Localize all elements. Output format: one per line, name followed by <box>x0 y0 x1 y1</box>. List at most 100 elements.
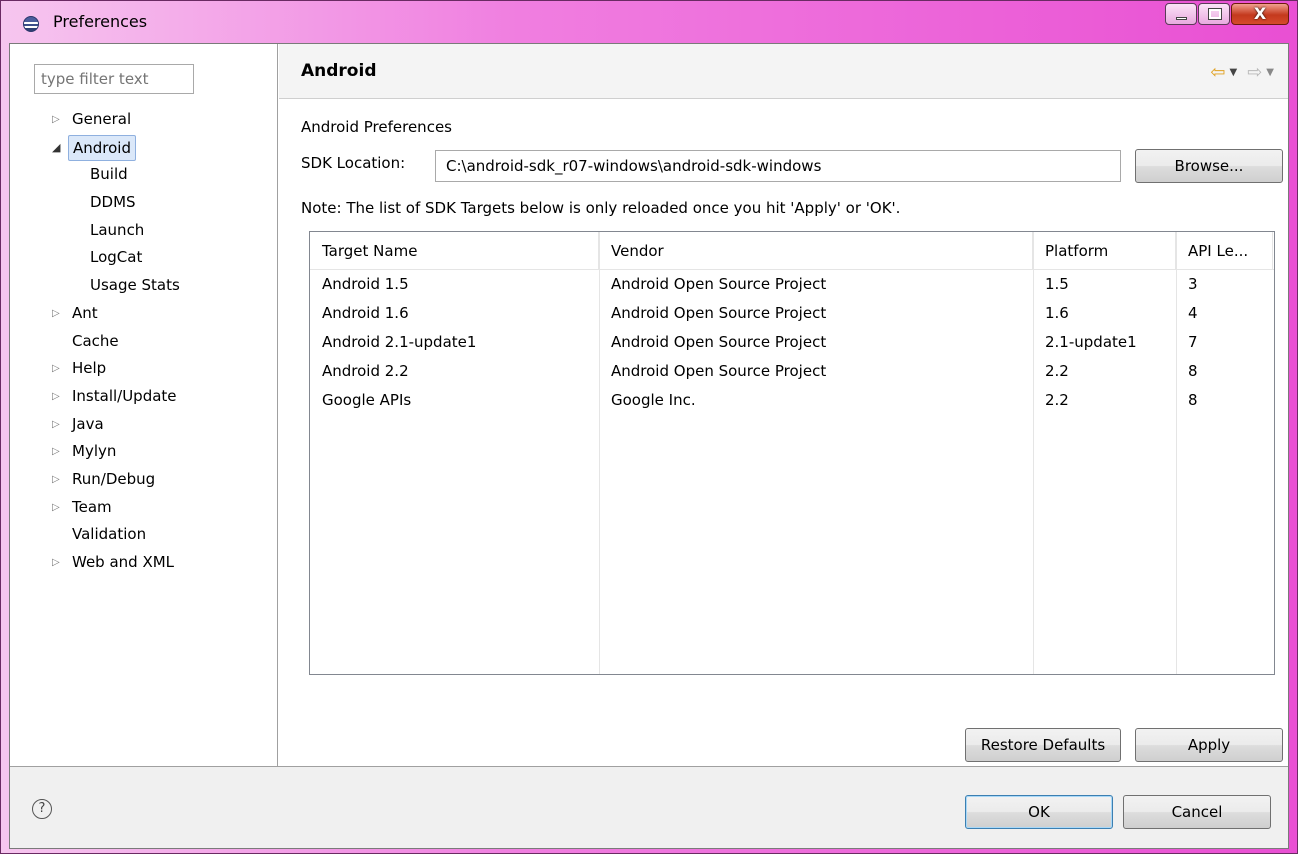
cancel-button[interactable]: Cancel <box>1123 795 1271 829</box>
tree-item-label: General <box>72 110 132 128</box>
table-cell: Google Inc. <box>611 391 696 409</box>
collapsed-arrow-icon[interactable]: ▷ <box>52 300 64 328</box>
table-row[interactable]: Android 2.2 Android Open Source Project 2.… <box>310 357 1274 386</box>
close-button[interactable]: X <box>1231 3 1289 25</box>
table-header: Target Name Vendor Platform API Le... <box>310 232 1274 270</box>
apply-button[interactable]: Apply <box>1135 728 1283 762</box>
dialog-client: ▷General◢AndroidBuildDDMSLaunchLogCatUsa… <box>9 43 1289 849</box>
tree-item[interactable]: DDMS <box>10 189 278 217</box>
back-arrow-icon[interactable]: ⇦ <box>1210 62 1225 83</box>
table-cell: 2.1-update1 <box>1045 333 1137 351</box>
tree-item-label: Android <box>68 134 136 161</box>
maximize-button[interactable] <box>1198 3 1230 25</box>
table-cell: 1.5 <box>1045 275 1069 293</box>
tree-item-label: Cache <box>72 331 119 350</box>
maximize-icon <box>1208 8 1222 20</box>
table-cell: 8 <box>1188 391 1198 409</box>
column-header[interactable]: Vendor <box>599 232 1033 270</box>
tree-item-label: Install/Update <box>72 386 177 405</box>
table-cell: 4 <box>1188 304 1198 322</box>
tree-item-label: Build <box>90 165 128 184</box>
title-bar[interactable]: Preferences X <box>1 1 1297 41</box>
collapsed-arrow-icon[interactable]: ▷ <box>52 494 64 522</box>
tree-item[interactable]: ▷ Help <box>10 355 278 383</box>
preference-tree-pane: ▷ General ◢Android Build DDMS Launch LogCat Usa… <box>10 44 278 766</box>
table-row[interactable]: Google APIs Google Inc. 2.2 8 <box>310 386 1274 415</box>
tree-item-label: Validation <box>72 525 147 544</box>
help-icon[interactable]: ? <box>32 799 52 819</box>
tree-item[interactable]: ▷ Mylyn <box>10 438 278 466</box>
table-cell: 1.6 <box>1045 304 1069 322</box>
tree-item[interactable]: ▷ Team <box>10 494 278 522</box>
tree-item-label: Java <box>72 414 104 433</box>
table-row[interactable]: Android 1.6 Android Open Source Project 1.… <box>310 299 1274 328</box>
tree-item-label: Team <box>72 497 112 516</box>
section-label: Android Preferences <box>301 118 452 136</box>
table-cell: Android Open Source Project <box>611 304 827 322</box>
tree-item-label: Mylyn <box>72 442 117 461</box>
table-cell: 7 <box>1188 333 1198 351</box>
column-header[interactable]: Platform <box>1033 232 1176 270</box>
tree-item[interactable]: ▷ Run/Debug <box>10 466 278 494</box>
column-header[interactable]: API Le... <box>1176 232 1273 270</box>
tree-item[interactable]: ◢ Android <box>10 134 278 162</box>
collapsed-arrow-icon[interactable]: ▷ <box>52 106 64 134</box>
tree-item-label: Web and XML <box>72 553 175 571</box>
eclipse-icon <box>23 16 39 32</box>
tree-item[interactable]: Usage Stats <box>10 272 278 300</box>
expanded-arrow-icon[interactable]: ◢ <box>52 134 64 162</box>
table-cell: Android 1.6 <box>322 304 409 322</box>
filter-input[interactable] <box>34 64 194 94</box>
ok-button[interactable]: OK <box>965 795 1113 829</box>
collapsed-arrow-icon[interactable]: ▷ <box>52 383 64 411</box>
collapsed-arrow-icon[interactable]: ▷ <box>52 466 64 494</box>
collapsed-arrow-icon[interactable]: ▷ <box>52 438 64 466</box>
browse-button[interactable]: Browse... <box>1135 149 1283 183</box>
table-body: Android 1.5 Android Open Source Project 1.… <box>310 270 1274 415</box>
sdk-location-input[interactable] <box>435 150 1121 182</box>
reload-note: Note: The list of SDK Targets below is o… <box>301 199 901 217</box>
page-title: Android <box>301 61 377 81</box>
collapsed-arrow-icon[interactable]: ▷ <box>52 355 64 383</box>
column-divider <box>1176 232 1177 674</box>
tree-item[interactable]: ▷ General <box>10 106 278 134</box>
collapsed-arrow-icon[interactable]: ▷ <box>52 549 64 577</box>
tree-item[interactable]: Build <box>10 161 278 189</box>
tree-item[interactable]: Launch <box>10 217 278 245</box>
tree-item[interactable]: ▷ Ant <box>10 300 278 328</box>
sdk-location-label: SDK Location: <box>301 154 406 172</box>
tree-item[interactable]: Validation <box>10 521 278 549</box>
table-cell: Android Open Source Project <box>611 275 827 293</box>
history-nav: ⇦ ▼ ⇨ ▼ <box>1210 62 1280 83</box>
minimize-button[interactable] <box>1165 3 1197 25</box>
table-cell: Android Open Source Project <box>611 362 827 380</box>
column-divider <box>599 232 600 674</box>
tree-item[interactable]: ▷ Web and XML <box>10 549 278 577</box>
preference-tree: ▷ General ◢ Android Build DDMS Launch LogCat Usa… <box>10 106 278 577</box>
preferences-window: Preferences X ▷General◢AndroidBuildDDMSL… <box>0 0 1298 854</box>
table-row[interactable]: Android 1.5 Android Open Source Project 1.… <box>310 270 1274 299</box>
tree-item-label: LogCat <box>90 248 143 267</box>
sdk-targets-table[interactable]: Target Name Vendor Platform API Le... Andro… <box>309 231 1275 675</box>
table-cell: Android 2.2 <box>322 362 409 380</box>
column-header[interactable]: Target Name <box>310 232 599 270</box>
tree-item-label: Ant <box>72 303 98 322</box>
forward-arrow-icon[interactable]: ⇨ <box>1247 62 1262 83</box>
tree-item[interactable]: LogCat <box>10 244 278 272</box>
tree-item[interactable]: ▷ Install/Update <box>10 383 278 411</box>
restore-defaults-button[interactable]: Restore Defaults <box>965 728 1121 762</box>
tree-item-label: DDMS <box>90 193 136 212</box>
collapsed-arrow-icon[interactable]: ▷ <box>52 411 64 439</box>
page-header: Android ⇦ ▼ ⇨ ▼ <box>279 44 1288 99</box>
window-title: Preferences <box>53 12 148 31</box>
back-dropdown-icon[interactable]: ▼ <box>1230 67 1238 78</box>
tree-item-label: Usage Stats <box>90 276 180 295</box>
table-cell: 3 <box>1188 275 1198 293</box>
tree-item[interactable]: Cache <box>10 328 278 356</box>
minimize-icon <box>1176 17 1187 20</box>
window-controls: X <box>1164 3 1289 25</box>
table-row[interactable]: Android 2.1-update1 Android Open Source P… <box>310 328 1274 357</box>
forward-dropdown-icon[interactable]: ▼ <box>1266 67 1274 78</box>
tree-item[interactable]: ▷ Java <box>10 411 278 439</box>
table-cell: 2.2 <box>1045 391 1069 409</box>
